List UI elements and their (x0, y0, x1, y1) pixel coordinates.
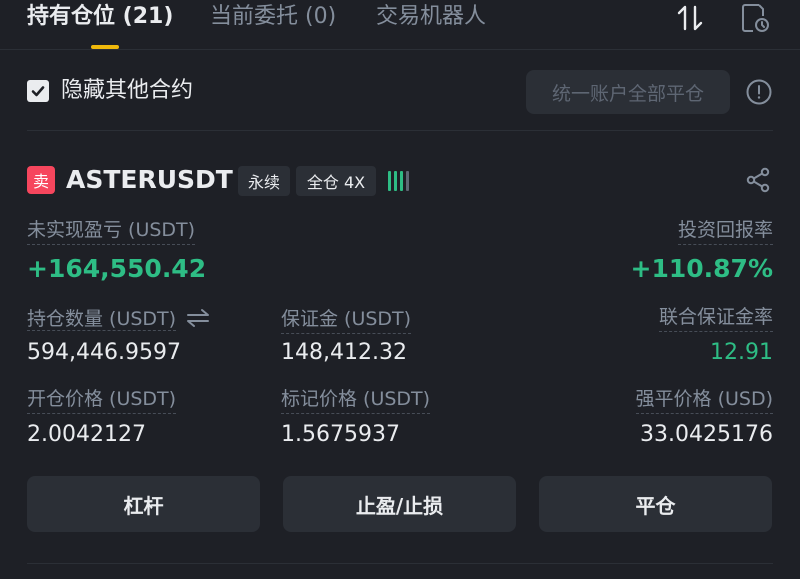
tp-sl-button[interactable]: 止盈/止损 (283, 476, 516, 532)
mark-price-value: 1.5675937 (281, 422, 400, 447)
hide-other-contracts-checkbox[interactable] (27, 80, 49, 102)
info-icon[interactable] (745, 78, 773, 106)
margin-value: 148,412.32 (281, 340, 407, 365)
contract-type-tag: 永续 (238, 166, 290, 196)
divider (27, 130, 773, 131)
roi-label[interactable]: 投资回报率 (677, 216, 773, 245)
unrealized-pnl-value: +164,550.42 (27, 254, 207, 283)
liquidation-price-value: 33.0425176 (640, 422, 773, 447)
close-all-positions-button[interactable]: 统一账户全部平仓 (526, 70, 730, 114)
divider (27, 563, 773, 564)
entry-price-label[interactable]: 开仓价格 (USDT) (27, 385, 177, 414)
active-tab-indicator (91, 45, 119, 49)
liquidation-price-label[interactable]: 强平价格 (USD) (635, 385, 773, 414)
position-size-value: 594,446.9597 (27, 340, 181, 365)
history-icon[interactable] (737, 0, 773, 36)
position-size-label-text: 持仓数量 (USDT) (27, 308, 177, 331)
tab-trading-bots[interactable]: 交易机器人 (376, 2, 486, 32)
positions-panel: 持有仓位 (21) 当前委托 (0) 交易机器人 隐藏其他合约 统一账户全部平仓 (0, 0, 800, 579)
share-icon[interactable] (744, 166, 772, 194)
tab-open-orders[interactable]: 当前委托 (0) (210, 2, 336, 32)
entry-price-value: 2.0042127 (27, 422, 146, 447)
roi-value: +110.87% (630, 254, 773, 283)
close-position-button[interactable]: 平仓 (539, 476, 772, 532)
hide-other-contracts-label[interactable]: 隐藏其他合约 (61, 75, 193, 107)
position-size-label[interactable]: 持仓数量 (USDT) (27, 305, 210, 333)
margin-label[interactable]: 保证金 (USDT) (281, 305, 412, 334)
tab-positions[interactable]: 持有仓位 (21) (27, 2, 173, 32)
sell-side-badge: 卖 (27, 166, 55, 194)
position-symbol[interactable]: ASTERUSDT (66, 162, 233, 198)
adl-indicator (388, 169, 409, 191)
margin-ratio-label[interactable]: 联合保证金率 (658, 303, 773, 332)
tab-bar: 持有仓位 (21) 当前委托 (0) 交易机器人 (0, 0, 800, 50)
sort-icon[interactable] (672, 0, 708, 36)
unrealized-pnl-label[interactable]: 未实现盈亏 (USDT) (27, 216, 196, 245)
margin-ratio-value: 12.91 (710, 340, 773, 365)
mark-price-label[interactable]: 标记价格 (USDT) (281, 385, 431, 414)
swap-units-icon[interactable] (186, 308, 210, 328)
leverage-button[interactable]: 杠杆 (27, 476, 260, 532)
margin-mode-tag[interactable]: 全仓 4X (296, 166, 376, 196)
